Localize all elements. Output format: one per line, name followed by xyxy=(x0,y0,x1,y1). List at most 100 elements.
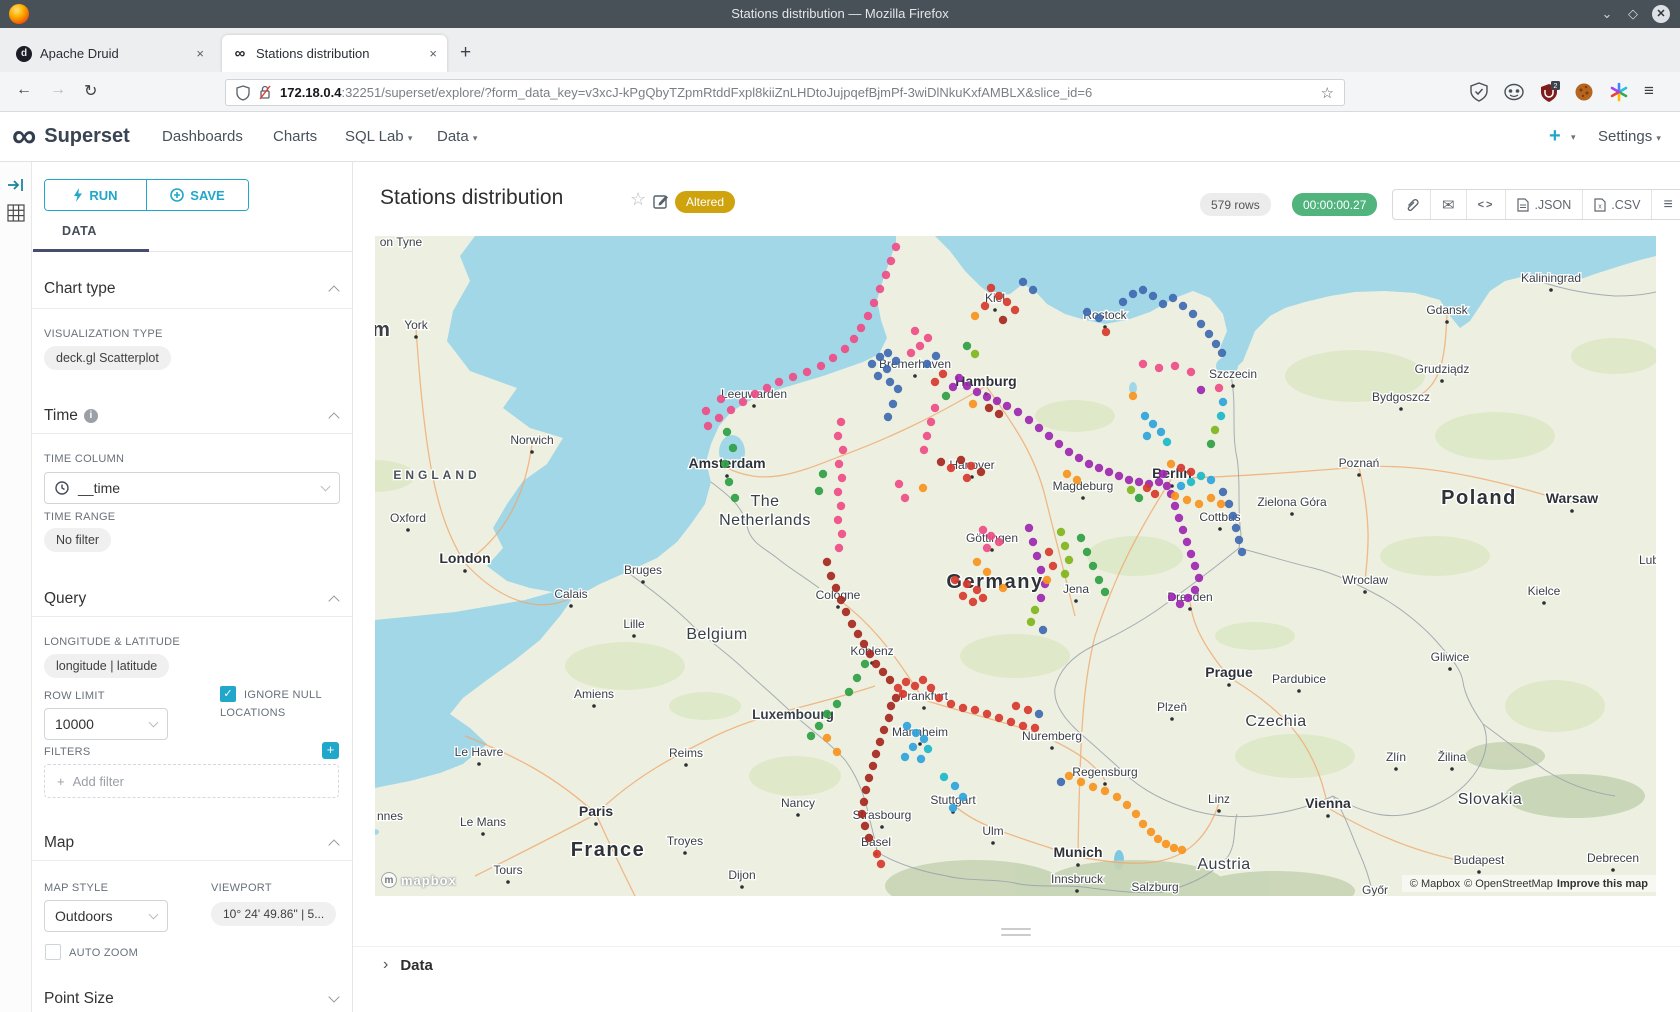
station-point[interactable] xyxy=(1171,492,1179,500)
station-point[interactable] xyxy=(864,312,872,320)
station-point[interactable] xyxy=(1012,702,1020,710)
embed-code-button[interactable]: <> xyxy=(1466,190,1506,219)
chevron-down-icon[interactable]: ▾ xyxy=(1571,132,1576,143)
station-point[interactable] xyxy=(993,397,1001,405)
insecure-lock-icon[interactable] xyxy=(258,85,272,100)
station-point[interactable] xyxy=(872,660,880,668)
station-point[interactable] xyxy=(876,285,884,293)
station-point[interactable] xyxy=(1135,494,1143,502)
station-point[interactable] xyxy=(1187,368,1195,376)
station-point[interactable] xyxy=(1029,538,1037,546)
station-point[interactable] xyxy=(1205,330,1213,338)
station-point[interactable] xyxy=(987,532,995,540)
station-point[interactable] xyxy=(1139,360,1147,368)
time-range-value[interactable]: No filter xyxy=(44,528,111,552)
station-point[interactable] xyxy=(1238,548,1246,556)
station-point[interactable] xyxy=(892,694,900,702)
station-point[interactable] xyxy=(963,382,971,390)
station-point[interactable] xyxy=(1055,440,1063,448)
station-point[interactable] xyxy=(817,362,825,370)
station-point[interactable] xyxy=(983,710,991,718)
station-point[interactable] xyxy=(1195,500,1203,508)
station-point[interactable] xyxy=(931,404,939,412)
station-point[interactable] xyxy=(1159,470,1167,478)
station-point[interactable] xyxy=(923,432,931,440)
station-point[interactable] xyxy=(1171,502,1179,510)
section-point-size[interactable]: Point Size xyxy=(44,990,114,1008)
station-point[interactable] xyxy=(1139,820,1147,828)
run-button[interactable]: RUN xyxy=(45,180,146,210)
auto-zoom-checkbox[interactable] xyxy=(45,944,61,960)
station-point[interactable] xyxy=(969,598,977,606)
station-point[interactable] xyxy=(869,762,877,770)
reload-button[interactable]: ↻ xyxy=(84,81,97,101)
station-point[interactable] xyxy=(1147,828,1155,836)
station-point[interactable] xyxy=(884,349,892,357)
station-point[interactable] xyxy=(924,745,932,753)
station-point[interactable] xyxy=(1177,464,1185,472)
station-point[interactable] xyxy=(973,388,981,396)
station-point[interactable] xyxy=(1179,526,1187,534)
station-point[interactable] xyxy=(1077,778,1085,786)
station-point[interactable] xyxy=(907,349,915,357)
station-point[interactable] xyxy=(1049,562,1057,570)
station-point[interactable] xyxy=(832,584,840,592)
station-point[interactable] xyxy=(1019,278,1027,286)
station-point[interactable] xyxy=(886,676,894,684)
station-point[interactable] xyxy=(963,474,971,482)
nav-dashboards[interactable]: Dashboards xyxy=(162,128,243,145)
station-point[interactable] xyxy=(959,793,967,801)
station-point[interactable] xyxy=(1019,722,1027,730)
station-point[interactable] xyxy=(911,682,919,690)
nav-sql-lab[interactable]: SQL Lab ▾ xyxy=(345,128,412,145)
station-point[interactable] xyxy=(865,834,873,842)
station-point[interactable] xyxy=(835,544,843,552)
station-point[interactable] xyxy=(895,480,903,488)
station-point[interactable] xyxy=(837,418,845,426)
station-point[interactable] xyxy=(947,464,955,472)
data-panel-toggle[interactable]: › Data xyxy=(383,956,433,974)
station-point[interactable] xyxy=(1169,294,1177,302)
chevron-up-icon[interactable] xyxy=(328,285,339,296)
station-point[interactable] xyxy=(894,385,902,393)
station-point[interactable] xyxy=(823,558,831,566)
station-point[interactable] xyxy=(1178,846,1186,854)
station-point[interactable] xyxy=(955,374,963,382)
station-point[interactable] xyxy=(884,413,892,421)
station-point[interactable] xyxy=(919,676,927,684)
export-csv-button[interactable]: x .CSV xyxy=(1582,190,1651,219)
menu-burger-icon[interactable]: ≡ xyxy=(1644,81,1654,101)
station-point[interactable] xyxy=(1101,787,1109,795)
station-point[interactable] xyxy=(865,774,873,782)
station-point[interactable] xyxy=(959,704,967,712)
station-point[interactable] xyxy=(1219,398,1227,406)
station-point[interactable] xyxy=(920,735,928,743)
station-point[interactable] xyxy=(727,406,735,414)
station-point[interactable] xyxy=(1095,314,1103,322)
station-point[interactable] xyxy=(739,398,747,406)
chevron-down-icon[interactable] xyxy=(328,991,339,1002)
station-point[interactable] xyxy=(1187,550,1195,558)
station-point[interactable] xyxy=(1027,618,1035,626)
station-point[interactable] xyxy=(887,257,895,265)
station-point[interactable] xyxy=(901,494,909,502)
station-point[interactable] xyxy=(949,804,957,812)
station-point[interactable] xyxy=(995,714,1003,722)
station-point[interactable] xyxy=(1045,548,1053,556)
station-point[interactable] xyxy=(1207,476,1215,484)
station-point[interactable] xyxy=(723,428,731,436)
station-point[interactable] xyxy=(751,390,759,398)
station-point[interactable] xyxy=(862,786,870,794)
station-point[interactable] xyxy=(981,302,989,310)
station-point[interactable] xyxy=(1143,484,1151,492)
altered-badge[interactable]: Altered xyxy=(675,191,735,213)
station-point[interactable] xyxy=(957,456,965,464)
station-point[interactable] xyxy=(1219,488,1227,496)
station-point[interactable] xyxy=(977,468,985,476)
chevron-up-icon[interactable] xyxy=(328,595,339,606)
station-point[interactable] xyxy=(987,284,995,292)
station-point[interactable] xyxy=(1025,416,1033,424)
shield-icon[interactable] xyxy=(236,85,250,101)
station-point[interactable] xyxy=(827,572,835,580)
station-point[interactable] xyxy=(1217,500,1225,508)
